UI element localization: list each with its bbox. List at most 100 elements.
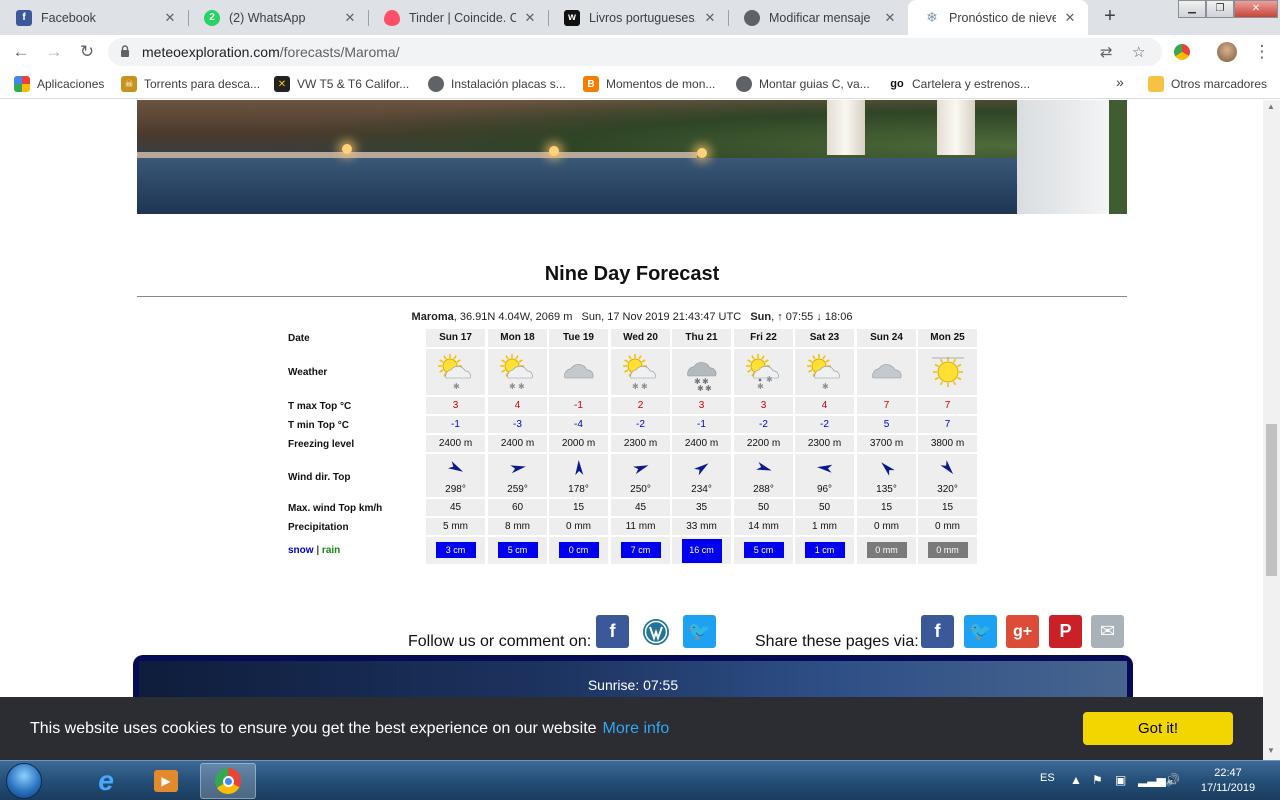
- day-date: Wed 20: [611, 329, 670, 347]
- bookmark-momentos[interactable]: B Momentos de mon...: [583, 76, 715, 92]
- row-label-wind-max: Max. wind Top km/h: [288, 503, 383, 514]
- bookmark-montar[interactable]: Montar guias C, va...: [736, 76, 870, 92]
- cookie-accept-button[interactable]: Got it!: [1083, 712, 1233, 745]
- volume-icon[interactable]: 🔊: [1165, 773, 1180, 787]
- day-wind-dir: 320°: [918, 454, 977, 497]
- close-icon[interactable]: ✕: [162, 10, 178, 26]
- day-weather: ✱ ✱: [734, 349, 793, 395]
- share-label: Share these pages via:: [755, 633, 919, 650]
- day-date: Sun 24: [857, 329, 916, 347]
- bookmark-aplicaciones[interactable]: Aplicaciones: [14, 76, 104, 92]
- bookmark-star-icon[interactable]: ☆: [1132, 43, 1145, 61]
- restore-button[interactable]: ❐: [1206, 0, 1234, 18]
- cloud-heavy-snow-weather-icon: ✱ ✱✱ ✱: [686, 362, 716, 392]
- day-precipitation: 8 mm: [488, 518, 547, 535]
- tab-whatsapp[interactable]: 2 (2) WhatsApp ✕: [188, 0, 368, 35]
- wind-direction-arrow-icon: [693, 463, 708, 476]
- bookmark-instalacion[interactable]: Instalación placas s...: [428, 76, 566, 92]
- follow-facebook-icon[interactable]: f: [596, 615, 629, 648]
- day-precipitation: 0 mm: [857, 518, 916, 535]
- address-bar[interactable]: meteoexploration.com/forecasts/Maroma/ ⇄…: [108, 38, 1162, 66]
- sun-cloud-snow-weather-icon: ✱: [437, 354, 471, 391]
- close-icon[interactable]: ✕: [342, 10, 358, 26]
- reload-button[interactable]: ↻: [75, 41, 99, 65]
- sun-times: , ↑ 07:55 ↓ 18:06: [771, 311, 853, 323]
- bookmarks-overflow-button[interactable]: »: [1116, 74, 1124, 90]
- tray-device-icon[interactable]: ▣: [1115, 773, 1126, 787]
- menu-kebab-icon[interactable]: ⋮: [1250, 41, 1274, 65]
- bookmark-vw[interactable]: ✕ VW T5 & T6 Califor...: [274, 76, 409, 92]
- taskbar-media-player[interactable]: ▶: [138, 763, 194, 799]
- legend-rain: rain: [321, 545, 341, 556]
- svg-text:✱: ✱: [641, 382, 648, 391]
- taskbar-chrome[interactable]: [200, 763, 256, 799]
- tab-livros[interactable]: w Livros portugueses, liv ✕: [548, 0, 728, 35]
- day-wind-max: 15: [549, 499, 608, 516]
- network-signal-icon[interactable]: ▂▃▅: [1138, 773, 1166, 787]
- apps-grid-icon: [14, 76, 30, 92]
- day-precipitation: 11 mm: [611, 518, 670, 535]
- extension-icon[interactable]: [1174, 44, 1190, 60]
- wind-degrees: 135°: [876, 484, 897, 495]
- close-icon[interactable]: ✕: [882, 10, 898, 26]
- taskbar-clock[interactable]: 22:47 17/11/2019: [1188, 766, 1268, 796]
- day-wind-dir: 298°: [426, 454, 485, 497]
- share-google-plus-icon[interactable]: g+: [1006, 615, 1039, 648]
- share-twitter-icon[interactable]: 🐦: [964, 615, 997, 648]
- follow-twitter-icon[interactable]: 🐦: [683, 615, 716, 648]
- day-wind-dir: 96°: [795, 454, 854, 497]
- input-language[interactable]: ES: [1040, 772, 1055, 784]
- bookmark-otros-marcadores[interactable]: Otros marcadores: [1148, 76, 1267, 92]
- snow-amount-badge: 1 cm: [804, 542, 845, 558]
- bookmark-cartelera[interactable]: go Cartelera y estrenos...: [889, 76, 1030, 92]
- close-icon[interactable]: ✕: [1062, 10, 1078, 26]
- translate-icon[interactable]: ⇄: [1100, 43, 1113, 61]
- svg-text:✱: ✱: [453, 382, 460, 391]
- day-tmin: -2: [611, 416, 670, 433]
- svg-text:✱: ✱: [697, 384, 704, 392]
- page-scrollbar[interactable]: ▲ ▼: [1263, 100, 1280, 760]
- tab-pronostico-active[interactable]: ❄ Pronóstico de nieve y ✕: [908, 0, 1088, 35]
- wind-degrees: 288°: [753, 484, 774, 495]
- day-freezing-level: 2200 m: [734, 435, 793, 452]
- tinder-icon: [384, 9, 400, 26]
- scrollbar-thumb[interactable]: [1266, 424, 1277, 576]
- lock-icon: [121, 45, 129, 57]
- scroll-up-icon[interactable]: ▲: [1267, 102, 1275, 111]
- svg-text:✱: ✱: [705, 384, 712, 392]
- cookie-banner: This website uses cookies to ensure you …: [0, 697, 1263, 760]
- close-icon[interactable]: ✕: [522, 10, 538, 26]
- tray-expand-icon[interactable]: ▲: [1070, 773, 1082, 787]
- tab-facebook[interactable]: f Facebook ✕: [0, 0, 188, 35]
- scroll-down-icon[interactable]: ▼: [1267, 746, 1275, 755]
- close-icon[interactable]: ✕: [702, 10, 718, 26]
- back-button[interactable]: ←: [9, 41, 33, 65]
- window-close-button[interactable]: ✕: [1234, 0, 1278, 18]
- row-label-tmax: T max Top °C: [288, 401, 352, 412]
- minimize-button[interactable]: ▁: [1178, 0, 1206, 18]
- taskbar-internet-explorer[interactable]: e: [78, 763, 134, 799]
- globe-icon: [736, 76, 752, 92]
- share-facebook-icon[interactable]: f: [921, 615, 954, 648]
- day-freezing-level: 3700 m: [857, 435, 916, 452]
- action-center-flag-icon[interactable]: ⚑: [1092, 773, 1103, 787]
- tab-modificar-mensaje[interactable]: Modificar mensaje ✕: [728, 0, 908, 35]
- day-tmax: 7: [918, 397, 977, 414]
- follow-wordpress-icon[interactable]: [639, 615, 672, 648]
- wind-direction-arrow-icon: [939, 460, 953, 475]
- window-controls: ▁ ❐ ✕: [1178, 0, 1278, 18]
- start-button[interactable]: [6, 763, 42, 799]
- tab-tinder[interactable]: Tinder | Coincide. Cha ✕: [368, 0, 548, 35]
- blogger-icon: B: [583, 76, 599, 92]
- share-pinterest-icon[interactable]: P: [1049, 615, 1082, 648]
- share-email-icon[interactable]: ✉: [1091, 615, 1124, 648]
- bookmark-torrents[interactable]: ☠ Torrents para desca...: [121, 76, 260, 92]
- day-snow-rain: 0 mm: [918, 537, 977, 564]
- new-tab-button[interactable]: +: [1098, 5, 1122, 29]
- svg-text:✱: ✱: [509, 382, 516, 391]
- forward-button[interactable]: →: [42, 41, 66, 65]
- profile-avatar[interactable]: [1217, 42, 1237, 62]
- cookie-more-info-link[interactable]: More info: [603, 720, 670, 737]
- day-tmin: -2: [795, 416, 854, 433]
- forecast-datetime: Sun, 17 Nov 2019 21:43:47 UTC: [581, 311, 742, 323]
